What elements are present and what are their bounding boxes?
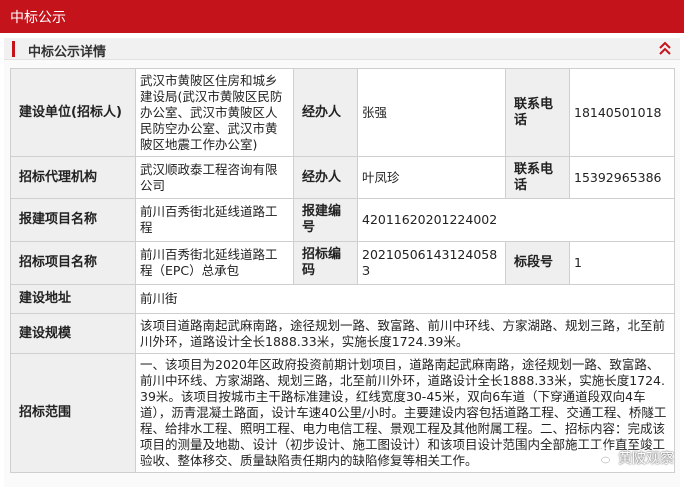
- report-no-value: 42011620201224002: [357, 198, 675, 242]
- handler-value: 叶凤珍: [357, 156, 506, 199]
- address-value: 前川街: [135, 284, 675, 314]
- agency-value: 武汉顺政泰工程咨询有限公司: [135, 156, 294, 199]
- report-no-label: 报建编号: [293, 198, 358, 242]
- section-no-label: 标段号: [505, 241, 570, 285]
- wechat-watermark: 黄陂观察: [592, 447, 674, 469]
- address-label: 建设地址: [10, 284, 136, 314]
- scale-value: 该项目道路南起武麻南路，途径规划一路、致富路、前川中环线、方家湖路、规划三路，北…: [135, 313, 675, 354]
- section-accent-mark: [12, 41, 15, 57]
- detail-section-header: 中标公示详情: [4, 38, 680, 60]
- scale-label: 建设规模: [10, 313, 136, 354]
- section-title: 中标公示详情: [28, 45, 107, 60]
- builder-value: 武汉市黄陂区住房和城乡建设局(武汉市黄陂区民防办公室、武汉市黄陂区人民防空办公室…: [135, 68, 294, 157]
- header-title: 中标公示: [10, 10, 66, 26]
- phone-value: 15392965386: [569, 156, 675, 199]
- phone-label: 联系电话: [505, 156, 570, 199]
- table-row: 报建项目名称 前川百秀街北延线道路工程 报建编号 420116202012240…: [10, 198, 675, 242]
- report-name-label: 报建项目名称: [10, 198, 136, 242]
- tender-no-label: 招标编码: [293, 241, 358, 285]
- table-row: 建设规模 该项目道路南起武麻南路，途径规划一路、致富路、前川中环线、方家湖路、规…: [10, 313, 675, 354]
- phone-value: 18140501018: [569, 68, 675, 157]
- report-name-value: 前川百秀街北延线道路工程: [135, 198, 294, 242]
- bid-info-table: 建设单位(招标人) 武汉市黄陂区住房和城乡建设局(武汉市黄陂区民防办公室、武汉市…: [10, 68, 675, 473]
- table-row: 招标项目名称 前川百秀街北延线道路工程（EPC）总承包 招标编码 2021050…: [10, 241, 675, 285]
- agency-label: 招标代理机构: [10, 156, 136, 199]
- handler-value: 张强: [357, 68, 506, 157]
- table-row: 建设地址 前川街: [10, 284, 675, 314]
- handler-label: 经办人: [293, 156, 358, 199]
- table-row: 招标范围 一、该项目为2020年区政府投资前期计划项目，道路南起武麻南路，途径规…: [10, 353, 675, 473]
- double-chevron-up-icon[interactable]: [658, 40, 672, 56]
- top-header-bar: 中标公示: [0, 0, 684, 33]
- phone-label: 联系电话: [505, 68, 570, 157]
- tender-name-label: 招标项目名称: [10, 241, 136, 285]
- builder-label: 建设单位(招标人): [10, 68, 136, 157]
- tender-no-value: 20210506143124058З: [357, 241, 506, 285]
- watermark-text: 黄陂观察: [618, 451, 674, 467]
- scope-label: 招标范围: [10, 353, 136, 473]
- table-row: 招标代理机构 武汉顺政泰工程咨询有限公司 经办人 叶凤珍 联系电话 153929…: [10, 156, 675, 199]
- wechat-logo-icon: [592, 447, 614, 469]
- table-row: 建设单位(招标人) 武汉市黄陂区住房和城乡建设局(武汉市黄陂区民防办公室、武汉市…: [10, 68, 675, 157]
- tender-name-value: 前川百秀街北延线道路工程（EPC）总承包: [135, 241, 294, 285]
- handler-label: 经办人: [293, 68, 358, 157]
- section-no-value: 1: [569, 241, 675, 285]
